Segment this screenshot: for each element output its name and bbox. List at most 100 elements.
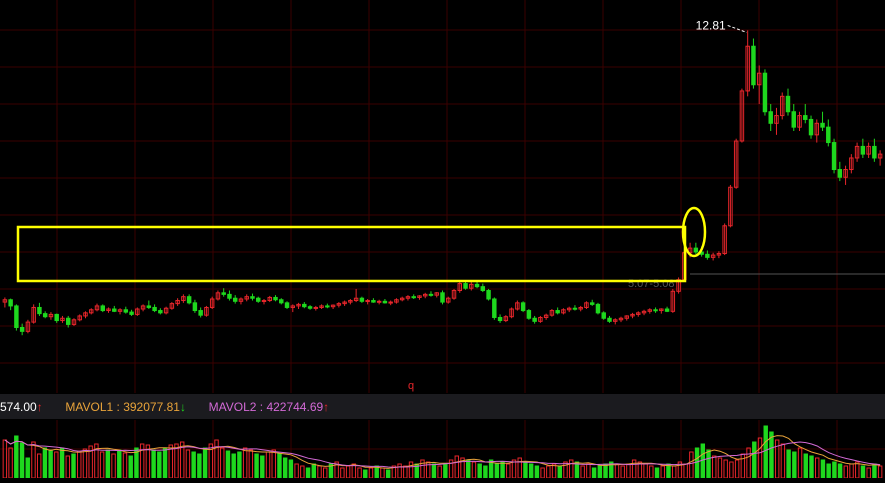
volume-bar	[317, 465, 322, 479]
volume-bar	[323, 467, 328, 479]
volume-bar	[77, 450, 82, 479]
mavol2-arrow: ↑	[323, 400, 330, 414]
volume-bar	[471, 461, 477, 479]
candle-body	[589, 302, 595, 305]
candle-body	[388, 301, 393, 304]
candle-body	[520, 302, 526, 312]
candle-body	[428, 293, 434, 296]
candle-body	[693, 247, 699, 253]
candle-body	[474, 283, 480, 288]
max-price-label: 12.81	[696, 18, 726, 32]
volume-bar	[300, 465, 305, 479]
volume-bar	[494, 463, 500, 479]
volume-bar	[99, 451, 105, 479]
volume-bar	[671, 465, 677, 479]
volume-bar	[614, 463, 620, 479]
volume-bar	[363, 469, 368, 479]
volume-bar	[746, 447, 751, 479]
candle-body	[146, 305, 152, 308]
volume-bar	[105, 449, 111, 479]
candle-body	[837, 169, 843, 178]
volume-bar	[231, 453, 236, 479]
mavol2-value: 422744.69	[266, 400, 324, 414]
volume-bar	[740, 453, 746, 479]
candle-body	[872, 145, 877, 159]
candle-body	[492, 298, 497, 318]
volume-bar	[431, 463, 437, 479]
volume-bar	[797, 447, 803, 479]
candle-body	[572, 307, 578, 310]
volume-bar	[689, 451, 694, 479]
volume-indicator-text: 574.00↑ MAVOL1 : 392077.81↓ MAVOL2 : 422…	[0, 400, 330, 414]
volume-bar	[36, 453, 42, 479]
volume-bar	[809, 455, 814, 479]
volume-bar	[54, 451, 59, 479]
volume-bar	[82, 448, 88, 479]
volume-bar	[271, 449, 276, 479]
candle-body	[100, 305, 105, 312]
volume-bar	[832, 461, 837, 479]
volume-bar	[546, 465, 551, 479]
candle-body	[365, 300, 370, 303]
volume-bar	[855, 461, 860, 479]
candle-body	[768, 111, 773, 124]
candle-body	[860, 145, 866, 155]
volume-bar	[282, 457, 288, 479]
mavol1-value: 392077.81	[123, 400, 180, 414]
volume-bar	[706, 449, 711, 479]
volume-bar	[48, 449, 53, 479]
volume-bar	[534, 465, 540, 479]
candle-body	[325, 305, 330, 308]
volume-bar	[168, 444, 173, 479]
volume-bar	[569, 459, 574, 479]
candle-body	[123, 309, 129, 313]
volume-bar	[723, 459, 728, 479]
volume-bar	[557, 465, 562, 479]
volume-bar	[31, 441, 36, 479]
volume-bar	[2, 439, 8, 479]
candle-body	[273, 296, 278, 301]
volume-bar	[380, 467, 385, 479]
candle-body	[826, 126, 831, 144]
candle-body	[359, 297, 365, 302]
candle-body	[601, 312, 606, 319]
candle-body	[42, 313, 48, 318]
candle-body	[555, 310, 560, 314]
vol-arrow: ↑	[36, 400, 43, 414]
candle-body	[376, 300, 382, 303]
volume-bar	[162, 447, 168, 479]
volume-bar	[660, 465, 665, 479]
volume-bar	[340, 467, 345, 479]
volume-bar	[626, 463, 631, 479]
candle-body	[8, 299, 13, 307]
candle-body	[791, 111, 796, 128]
volume-bar	[603, 463, 608, 479]
volume-bar	[654, 467, 660, 479]
volume-bar	[191, 451, 196, 479]
volume-bar	[860, 465, 866, 479]
candle-body	[261, 300, 267, 303]
candle-body	[65, 317, 71, 325]
candle-body	[411, 296, 416, 299]
volume-bar	[877, 465, 883, 479]
candle-body	[664, 308, 670, 312]
volume-bar	[65, 455, 71, 479]
volume-bar	[814, 457, 820, 479]
candle-body	[497, 316, 503, 322]
volume-bar	[752, 441, 757, 479]
volume-bar	[700, 443, 706, 479]
volume-bar	[19, 442, 25, 479]
volume-bar	[500, 461, 505, 479]
candle-body	[129, 311, 134, 315]
volume-bar	[8, 447, 13, 479]
candle-body	[526, 310, 532, 319]
candle-body	[19, 327, 25, 332]
candle-body	[480, 286, 486, 292]
volume-bar	[826, 463, 831, 479]
volume-bar	[620, 465, 625, 479]
volume-bar	[597, 465, 603, 479]
candle-body	[152, 306, 157, 312]
volume-bar	[580, 465, 585, 479]
candlestick-chart[interactable]: 12.81 5.07-5.08 q 574.00↑ MAVOL1 : 392077.…	[0, 0, 885, 479]
candle-body	[653, 309, 658, 312]
